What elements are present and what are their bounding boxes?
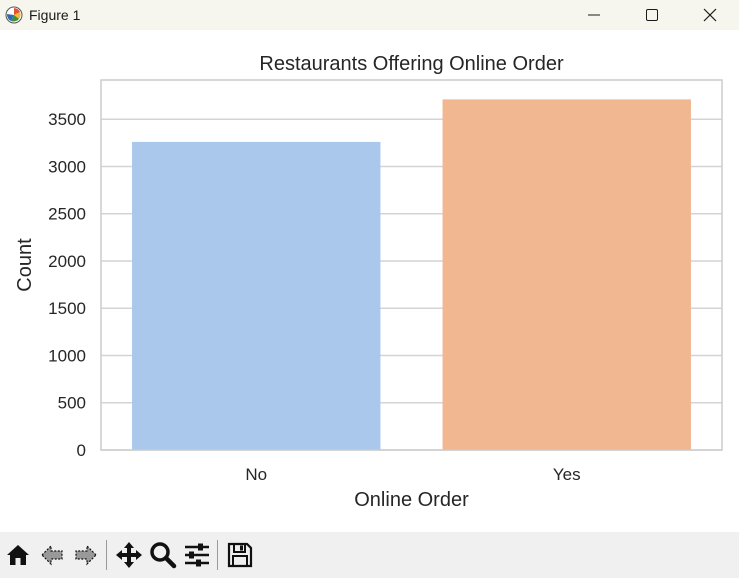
forward-icon — [75, 544, 97, 566]
back-icon — [41, 544, 63, 566]
pan-icon — [116, 542, 142, 568]
back-button[interactable] — [36, 537, 68, 573]
y-tick-label: 500 — [58, 394, 86, 413]
maximize-icon — [646, 9, 658, 21]
matplotlib-logo-icon — [5, 6, 23, 24]
title-bar: Figure 1 — [0, 0, 739, 30]
home-button[interactable] — [2, 537, 34, 573]
configure-subplots-button[interactable] — [181, 537, 213, 573]
y-axis-label: Count — [14, 238, 36, 292]
toolbar-separator — [217, 540, 218, 570]
zoom-button[interactable] — [147, 537, 179, 573]
zoom-icon — [150, 542, 177, 569]
y-tick-label: 1000 — [48, 346, 86, 365]
home-icon — [7, 545, 29, 565]
y-tick-label: 1500 — [48, 299, 86, 318]
save-button[interactable] — [224, 537, 256, 573]
pan-button[interactable] — [113, 537, 145, 573]
y-tick-label: 0 — [77, 441, 86, 460]
save-icon — [227, 542, 253, 568]
navigation-toolbar — [0, 532, 739, 578]
x-tick-labels: No Yes — [245, 465, 580, 484]
toolbar-separator — [106, 540, 107, 570]
y-tick-label: 2500 — [48, 205, 86, 224]
x-axis-label: Online Order — [354, 489, 469, 511]
y-tick-label: 3500 — [48, 110, 86, 129]
bars-layer — [132, 99, 691, 450]
window-controls — [565, 0, 739, 30]
close-button[interactable] — [681, 0, 739, 30]
figure-window: Figure 1 0500 1000 1500 2000 2500 3000 3… — [0, 0, 739, 578]
minimize-icon — [588, 14, 600, 16]
y-tick-labels: 0 500 1000 1500 2000 2500 3000 3500 — [48, 110, 86, 460]
window-title: Figure 1 — [29, 7, 81, 23]
maximize-button[interactable] — [623, 0, 681, 30]
bar-no — [132, 141, 381, 450]
configure-subplots-icon — [185, 543, 209, 567]
forward-button[interactable] — [70, 537, 102, 573]
close-icon — [703, 8, 717, 22]
bar-chart: 0 500 1000 1500 2000 2500 3000 3500 No Yes Resta… — [14, 53, 723, 511]
y-tick-label: 3000 — [48, 157, 86, 176]
chart-title: Restaurants Offering Online Order — [259, 53, 564, 75]
x-tick-label-no: No — [245, 465, 267, 484]
x-tick-label-yes: Yes — [553, 465, 581, 484]
figure-canvas[interactable]: 0 500 1000 1500 2000 2500 3000 3500 No Yes Resta… — [0, 30, 739, 532]
y-tick-label: 2000 — [48, 252, 86, 271]
bar-yes — [442, 99, 691, 450]
minimize-button[interactable] — [565, 0, 623, 30]
